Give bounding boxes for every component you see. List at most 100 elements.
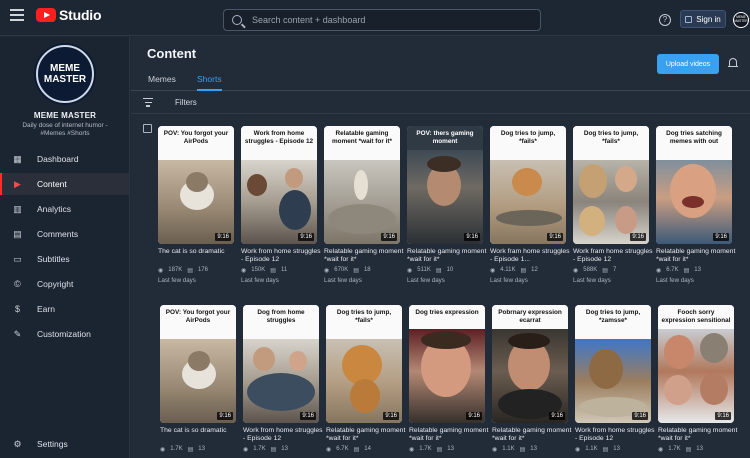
- views-icon: ◉: [158, 268, 164, 274]
- comment-count: 13: [613, 446, 620, 452]
- sidebar-item-analytics[interactable]: ▥ Analytics: [0, 198, 129, 220]
- duration-badge: 9:16: [215, 233, 231, 241]
- sidebar-item-copyright[interactable]: © Copyright: [0, 273, 129, 295]
- help-icon[interactable]: ?: [659, 14, 671, 26]
- video-thumbnail[interactable]: Fooch sorry expression sensitional 9:16: [658, 305, 734, 423]
- views-icon: ◉: [409, 447, 415, 453]
- filters-label[interactable]: Filters: [175, 98, 197, 107]
- video-card[interactable]: Dog tries expression 9:16 Relatable gami…: [409, 305, 489, 454]
- view-count: 1.7K: [419, 446, 432, 452]
- sidebar-item-dashboard[interactable]: ▦ Dashboard: [0, 148, 129, 170]
- video-thumbnail[interactable]: Dog tries to jump, *fails* 9:16: [326, 305, 402, 423]
- select-all-checkbox[interactable]: [143, 124, 152, 133]
- video-title[interactable]: Work fram home struggles - Episode 12: [573, 248, 653, 264]
- main-content: Content Upload videos Memes Shorts Filte…: [131, 37, 750, 458]
- sidebar-item-earn[interactable]: $ Earn: [0, 298, 129, 320]
- comment-count: 10: [446, 267, 454, 273]
- thumbnail-image: [158, 160, 234, 244]
- search-input[interactable]: [252, 15, 522, 25]
- video-thumbnail[interactable]: POV: thers gaming moment 9:16: [407, 126, 483, 244]
- video-card[interactable]: Relatable gaming moment *wait for it* 9:…: [324, 126, 404, 284]
- channel-avatar[interactable]: MEME MASTER: [36, 45, 94, 103]
- video-title[interactable]: Relatable gaming moment *wait for it*: [326, 427, 406, 443]
- video-stats: ◉ 150K ▤ 11: [241, 267, 321, 275]
- comment-count: 13: [281, 446, 288, 452]
- video-thumbnail[interactable]: Relatable gaming moment *wait for it* 9:…: [324, 126, 400, 244]
- video-title[interactable]: Relatable gaming moment *wait for it*: [492, 427, 572, 443]
- video-card[interactable]: Dog tries satching memes with out 9:16 R…: [656, 126, 736, 284]
- video-thumbnail[interactable]: Work from home struggles - Episode 12 9:…: [241, 126, 317, 244]
- thumbnail-image: [326, 339, 402, 423]
- video-title[interactable]: Relatable gaming moment *wait for it*: [409, 427, 489, 443]
- video-card[interactable]: POV: You forgot your AirPods 9:16 The ca…: [158, 126, 238, 284]
- video-stats: ◉ 670K ▤ 18: [324, 267, 404, 275]
- video-card[interactable]: Dog tries to jump, *fails* 9:16 Work fra…: [573, 126, 653, 284]
- publish-date: Last few days: [158, 277, 196, 284]
- video-thumbnail[interactable]: Dog tries expression 9:16: [409, 305, 485, 423]
- video-card[interactable]: Fooch sorry expression sensitional 9:16 …: [658, 305, 738, 454]
- views-icon: ◉: [326, 447, 332, 453]
- duration-badge: 9:16: [630, 233, 646, 241]
- search-bar[interactable]: [223, 9, 541, 31]
- thumbnail-caption: POV: thers gaming moment: [407, 126, 483, 150]
- video-title[interactable]: The cat is so dramatic: [160, 427, 240, 443]
- duration-badge: 9:16: [217, 412, 233, 420]
- video-card[interactable]: POV: You forgot your AirPods 9:16 The ca…: [160, 305, 240, 454]
- comments-count-icon: ▤: [683, 268, 690, 274]
- video-thumbnail[interactable]: Dog tries satching memes with out 9:16: [656, 126, 732, 244]
- video-title[interactable]: Relatable gaming moment *wait for it*: [407, 248, 487, 264]
- comments-count-icon: ▤: [270, 268, 276, 274]
- filter-icon[interactable]: [143, 98, 153, 109]
- hamburger-menu-icon[interactable]: [10, 9, 24, 23]
- tab-memes[interactable]: Memes: [148, 74, 176, 91]
- video-thumbnail[interactable]: Dog tries to jump, *zamsse* 9:16: [575, 305, 651, 423]
- video-card[interactable]: Work from home struggles - Episode 12 9:…: [241, 126, 321, 284]
- video-card[interactable]: Dog tries to jump, *fails* 9:16 Relatabl…: [326, 305, 406, 454]
- dashboard-icon: ▦: [13, 153, 22, 164]
- video-title[interactable]: Work from home struggles - Episode 12: [241, 248, 321, 264]
- thumbnail-caption: Dog tries to jump, *fails*: [326, 305, 402, 339]
- sidebar-item-settings[interactable]: ⚙ Settings: [0, 433, 129, 455]
- view-count: 670K: [334, 267, 349, 273]
- video-title[interactable]: Relatable gaming moment *wait for it*: [656, 248, 736, 264]
- sidebar-item-content[interactable]: ▶ Content: [0, 173, 129, 195]
- video-card[interactable]: Pobrnary expression ecarrat 9:16 Relatab…: [492, 305, 572, 454]
- thumbnail-caption: Dog tries expression: [409, 305, 485, 329]
- video-thumbnail[interactable]: Dog tries to jump, *fails* 9:16: [490, 126, 566, 244]
- publish-date: Last few days: [656, 277, 694, 284]
- comment-count: 13: [530, 446, 537, 452]
- video-thumbnail[interactable]: Dog tries to jump, *fails* 9:16: [573, 126, 649, 244]
- video-card[interactable]: Dog from home struggles 9:16 Work from h…: [243, 305, 323, 454]
- thumbnail-image: [656, 160, 732, 244]
- studio-logo[interactable]: Studio: [36, 7, 102, 23]
- video-thumbnail[interactable]: POV: You forgot your AirPods 9:16: [158, 126, 234, 244]
- video-title[interactable]: Work fram home struggles - Episode 1...: [490, 248, 570, 264]
- publish-date: Last few days: [573, 277, 611, 284]
- tab-shorts[interactable]: Shorts: [197, 74, 222, 91]
- bell-icon[interactable]: [728, 58, 738, 69]
- sidebar-item-customization[interactable]: ✎ Customization: [0, 323, 129, 345]
- thumbnail-image: [243, 339, 319, 423]
- video-card[interactable]: Dog tries to jump, *zamsse* 9:16 Work fr…: [575, 305, 655, 454]
- publish-date: Last few days: [407, 277, 445, 284]
- video-title[interactable]: Work from home struggles - Episode 12: [575, 427, 655, 443]
- view-count: 6.7K: [336, 446, 349, 452]
- video-title[interactable]: The cat is so dramatic: [158, 248, 238, 264]
- comment-count: 13: [694, 267, 701, 273]
- account-avatar[interactable]: MEME MASTER: [733, 12, 749, 28]
- video-title[interactable]: Relatable gaming moment *wait for it*: [324, 248, 404, 264]
- video-card[interactable]: Dog tries to jump, *fails* 9:16 Work fra…: [490, 126, 570, 284]
- views-icon: ◉: [573, 268, 579, 274]
- sidebar-item-label: Earn: [37, 304, 55, 314]
- sidebar-item-subtitles[interactable]: ▭ Subtitles: [0, 248, 129, 270]
- sign-in-button[interactable]: Sign in: [680, 10, 726, 28]
- video-title[interactable]: Work from home struggles - Episode 12: [243, 427, 323, 443]
- video-title[interactable]: Relatable gaming moment *wait for it*: [658, 427, 738, 443]
- video-thumbnail[interactable]: POV: You forgot your AirPods 9:16: [160, 305, 236, 423]
- sidebar-item-comments[interactable]: ▤ Comments: [0, 223, 129, 245]
- view-count: 1.7K: [170, 446, 183, 452]
- video-thumbnail[interactable]: Pobrnary expression ecarrat 9:16: [492, 305, 568, 423]
- video-card[interactable]: POV: thers gaming moment 9:16 Relatable …: [407, 126, 487, 284]
- thumbnail-caption: Fooch sorry expression sensitional: [658, 305, 734, 329]
- video-thumbnail[interactable]: Dog from home struggles 9:16: [243, 305, 319, 423]
